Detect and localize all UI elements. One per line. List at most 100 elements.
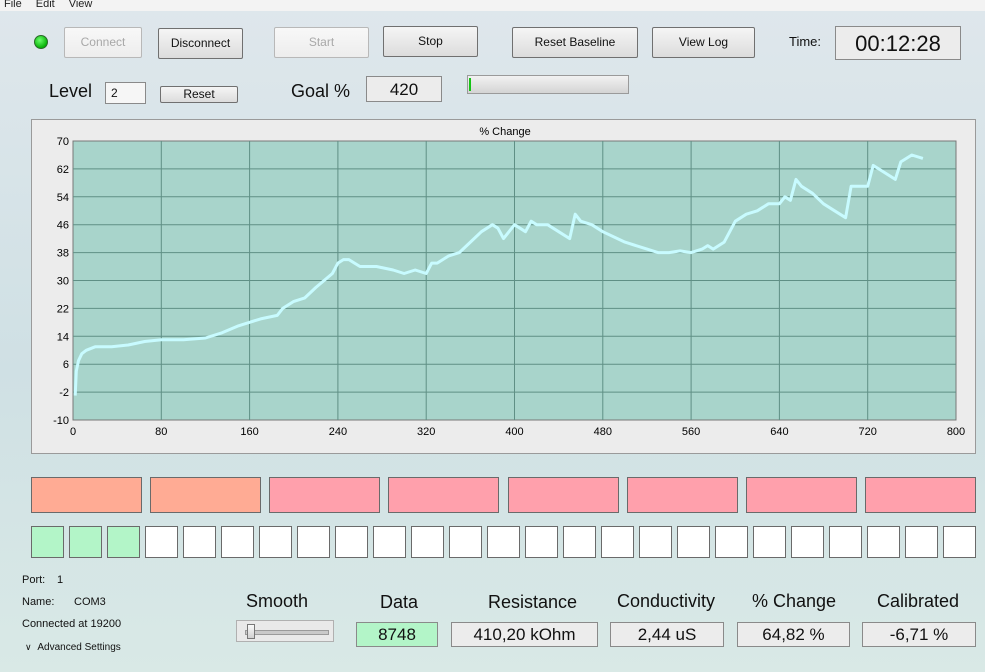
resistance-value: 410,20 kOhm (451, 622, 598, 647)
bottom-segment-block (867, 526, 900, 558)
connection-status-led (34, 35, 48, 49)
x-tick-label: 560 (682, 426, 700, 438)
advanced-settings-label: Advanced Settings (37, 642, 121, 653)
bottom-segment-block (221, 526, 254, 558)
bottom-segment-block (791, 526, 824, 558)
port-label: Port: (22, 574, 46, 586)
connect-button[interactable]: Connect (64, 27, 142, 58)
bottom-segment-block (297, 526, 330, 558)
smooth-slider[interactable] (236, 620, 334, 642)
goal-progress-bar (467, 75, 629, 94)
advanced-settings-toggle[interactable]: ∨ Advanced Settings (25, 642, 121, 653)
menu-bar: File Edit View (0, 0, 985, 11)
x-tick-label: 80 (155, 426, 167, 438)
bottom-segment-block (753, 526, 786, 558)
level-input[interactable]: 2 (105, 82, 146, 104)
bottom-segment-block (183, 526, 216, 558)
bottom-segment-block (601, 526, 634, 558)
reset-baseline-button[interactable]: Reset Baseline (512, 27, 638, 58)
menu-view[interactable]: View (69, 0, 93, 10)
y-tick-label: 46 (57, 220, 69, 232)
bottom-segment-block (487, 526, 520, 558)
menu-file[interactable]: File (4, 0, 22, 10)
level-label: Level (49, 81, 93, 101)
bottom-segment-block (259, 526, 292, 558)
chart-title: % Change (479, 126, 530, 138)
bottom-segment-block (943, 526, 976, 558)
data-label: Data (380, 592, 419, 612)
goal-display: 420 (366, 76, 442, 102)
stop-button[interactable]: Stop (383, 26, 478, 57)
y-tick-label: 30 (57, 276, 69, 288)
percent-change-chart: % Change 0 80 160 240 320 400 480 560 640 720 800 7… (53, 126, 965, 438)
x-tick-label: 320 (417, 426, 435, 438)
x-tick-label: 800 (947, 426, 965, 438)
top-segment-block (745, 477, 857, 513)
y-tick-label: 54 (57, 192, 69, 204)
data-value: 8748 (356, 622, 438, 647)
bottom-segment-block (335, 526, 368, 558)
top-segment-block (150, 477, 262, 513)
bottom-segment-block (449, 526, 482, 558)
smooth-label: Smooth (246, 591, 309, 611)
double-chevron-down-icon: ∨ (25, 642, 32, 652)
disconnect-button[interactable]: Disconnect (158, 28, 243, 59)
bottom-segment-block (905, 526, 938, 558)
x-tick-label: 640 (770, 426, 788, 438)
top-segment-block (864, 477, 976, 513)
y-tick-label: 38 (57, 248, 69, 260)
y-tick-label: 62 (57, 164, 69, 176)
top-segment-block (269, 477, 381, 513)
y-tick-label: -10 (53, 415, 69, 427)
calibrated-value: -6,71 % (862, 622, 976, 647)
goal-progress-fill (469, 78, 471, 91)
bottom-segment-block (107, 526, 140, 558)
y-tick-label: 70 (57, 136, 69, 148)
top-segment-block (388, 477, 500, 513)
time-display: 00:12:28 (835, 26, 961, 60)
bottom-segment-block (69, 526, 102, 558)
menu-edit[interactable]: Edit (36, 0, 55, 10)
top-segment-block (507, 477, 619, 513)
bottom-segment-block (411, 526, 444, 558)
start-button[interactable]: Start (274, 27, 369, 58)
view-log-button[interactable]: View Log (652, 27, 755, 58)
bottom-segment-block (639, 526, 672, 558)
bottom-segment-block (829, 526, 862, 558)
x-tick-label: 160 (240, 426, 258, 438)
smooth-slider-thumb[interactable] (247, 624, 255, 639)
conductivity-label: Conductivity (617, 591, 716, 611)
y-tick-label: -2 (59, 387, 69, 399)
smooth-slider-track (245, 630, 329, 635)
name-label: Name: (22, 596, 55, 608)
bottom-segment-block (373, 526, 406, 558)
x-tick-label: 400 (505, 426, 523, 438)
x-tick-label: 240 (329, 426, 347, 438)
name-value: COM3 (74, 596, 106, 608)
percent-change-label: % Change (752, 591, 837, 611)
connection-status: Connected at 19200 (22, 618, 122, 630)
top-segment-block (626, 477, 738, 513)
bottom-segment-block (677, 526, 710, 558)
bottom-segment-block (145, 526, 178, 558)
bottom-segment-block (525, 526, 558, 558)
y-tick-label: 14 (57, 331, 69, 343)
y-tick-label: 22 (57, 303, 69, 315)
port-value: 1 (57, 574, 64, 586)
time-label: Time: (789, 34, 822, 49)
calibrated-label: Calibrated (877, 591, 960, 611)
resistance-label: Resistance (488, 592, 578, 612)
conductivity-value: 2,44 uS (610, 622, 724, 647)
y-tick-label: 6 (63, 359, 69, 371)
bottom-segment-block (715, 526, 748, 558)
bottom-segment-block (31, 526, 64, 558)
top-segment-block (31, 477, 143, 513)
goal-label: Goal % (291, 81, 351, 101)
x-tick-label: 720 (859, 426, 877, 438)
chart-panel: % Change 0 80 160 240 320 400 480 560 640 720 800 7… (31, 119, 976, 454)
level-reset-button[interactable]: Reset (160, 86, 238, 103)
x-tick-label: 480 (594, 426, 612, 438)
bottom-segment-block (563, 526, 596, 558)
x-tick-label: 0 (70, 426, 76, 438)
percent-change-value: 64,82 % (737, 622, 850, 647)
